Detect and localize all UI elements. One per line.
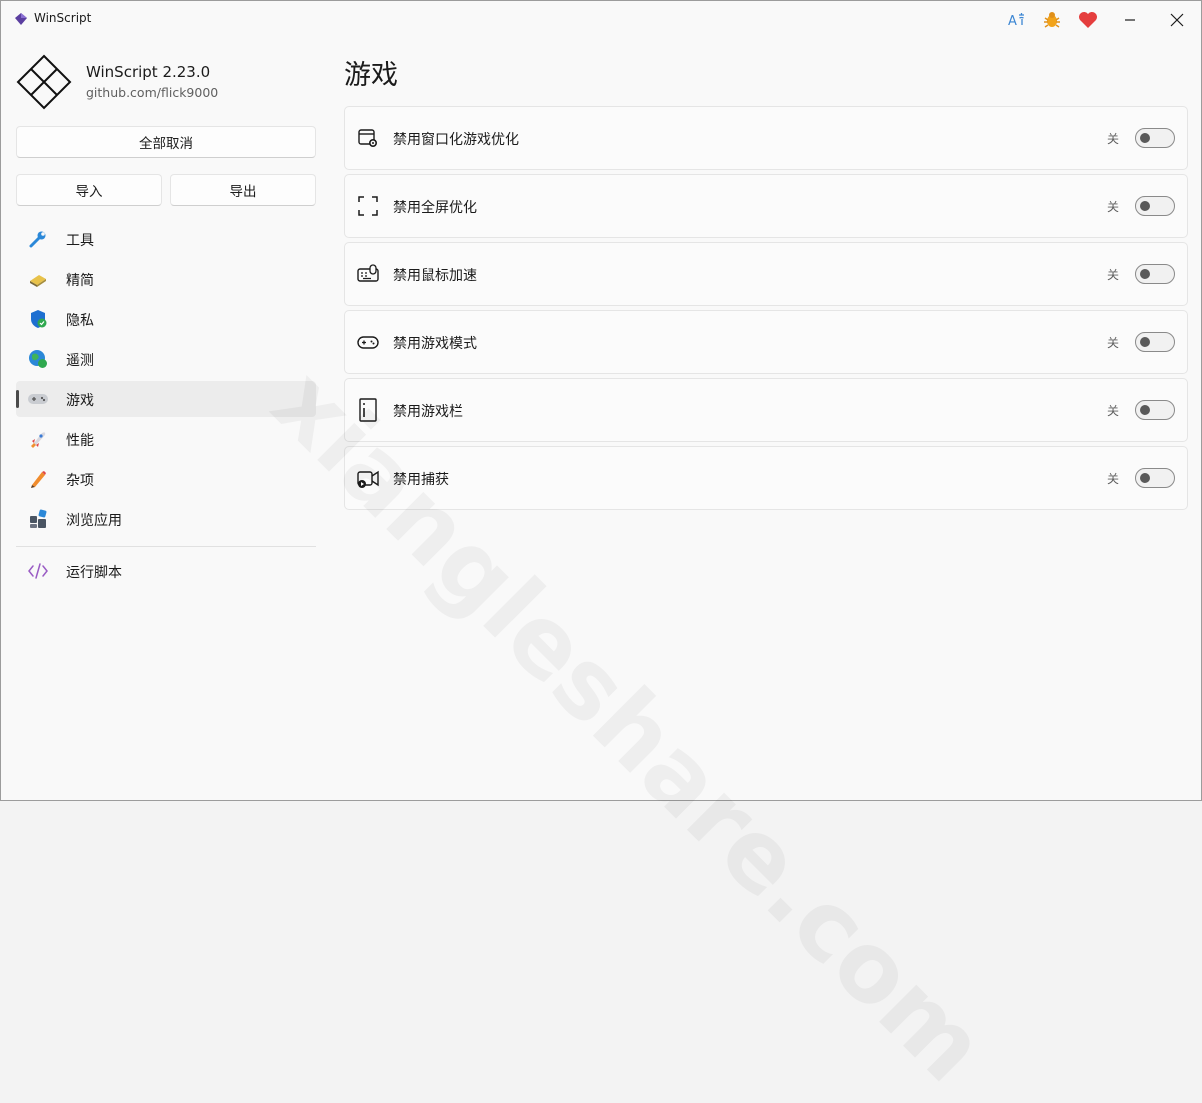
sidebar-item-privacy[interactable]: 隐私 [16, 301, 316, 337]
pencil-icon [27, 469, 49, 489]
sidebar-item-label: 工具 [66, 233, 94, 249]
toggle-knob [1140, 201, 1150, 211]
keyboard-mouse-icon [356, 262, 380, 286]
toggle-state-label: 关 [1107, 336, 1120, 350]
gamepad-icon [27, 389, 49, 409]
rocket-icon [27, 429, 49, 449]
setting-card-mouse-acceleration: 禁用鼠标加速 关 [344, 242, 1188, 306]
setting-card-windowed-optimizations: 禁用窗口化游戏优化 关 [344, 106, 1188, 170]
capture-icon [356, 466, 380, 490]
toggle-switch[interactable] [1135, 468, 1175, 488]
window-gear-icon [356, 126, 380, 150]
sidebar-item-label: 杂项 [66, 473, 94, 489]
setting-label: 禁用窗口化游戏优化 [393, 132, 519, 148]
toggle-knob [1140, 405, 1150, 415]
heart-icon[interactable] [1077, 9, 1099, 31]
sidebar-item-label: 遥测 [66, 353, 94, 369]
setting-card-fullscreen-optimizations: 禁用全屏优化 关 [344, 174, 1188, 238]
app-logo-icon [15, 13, 27, 25]
sidebar-item-debloat[interactable]: 精简 [16, 261, 316, 297]
toggle-switch[interactable] [1135, 332, 1175, 352]
broom-icon [27, 269, 49, 289]
brand-url[interactable]: github.com/flick9000 [86, 85, 218, 100]
title-bar[interactable]: WinScript A [1, 1, 1201, 39]
sidebar-item-run-script[interactable]: 运行脚本 [16, 553, 316, 589]
sidebar-item-label: 隐私 [66, 313, 94, 329]
sidebar-item-label: 运行脚本 [66, 565, 122, 581]
globe-icon [27, 349, 49, 369]
brand-logo-icon [16, 54, 72, 110]
close-icon[interactable] [1154, 1, 1200, 39]
sidebar-item-misc[interactable]: 杂项 [16, 461, 316, 497]
toggle-state-label: 关 [1107, 472, 1120, 486]
setting-card-capture: 禁用捕获 关 [344, 446, 1188, 510]
setting-card-game-bar: 禁用游戏栏 关 [344, 378, 1188, 442]
fullscreen-icon [356, 194, 380, 218]
export-button[interactable]: 导出 [170, 174, 316, 206]
minimize-icon[interactable] [1107, 1, 1153, 39]
brand-name: WinScript 2.23.0 [86, 63, 211, 81]
code-icon [27, 561, 49, 581]
shield-icon [27, 309, 49, 329]
toggle-switch[interactable] [1135, 400, 1175, 420]
sidebar-item-telemetry[interactable]: 遥测 [16, 341, 316, 377]
setting-label: 禁用全屏优化 [393, 200, 477, 216]
sidebar-item-browse-apps[interactable]: 浏览应用 [16, 501, 316, 537]
active-indicator [16, 390, 19, 408]
wrench-icon [27, 229, 49, 249]
page-title: 游戏 [344, 60, 398, 91]
toggle-switch[interactable] [1135, 196, 1175, 216]
app-window: WinScript A WinScript 2.23.0 github.com/… [0, 0, 1202, 1103]
sidebar-item-label: 精简 [66, 273, 94, 289]
setting-label: 禁用游戏栏 [393, 404, 463, 420]
toggle-knob [1140, 473, 1150, 483]
svg-text:A: A [1008, 14, 1017, 29]
sidebar-divider [16, 546, 316, 547]
sidebar-item-label: 性能 [66, 433, 94, 449]
bug-icon[interactable] [1041, 9, 1063, 31]
setting-label: 禁用鼠标加速 [393, 268, 477, 284]
controller-icon [356, 330, 380, 354]
import-button[interactable]: 导入 [16, 174, 162, 206]
apps-icon [27, 509, 49, 529]
toggle-knob [1140, 133, 1150, 143]
sidebar-item-gaming[interactable]: 游戏 [16, 381, 316, 417]
setting-label: 禁用捕获 [393, 472, 449, 488]
toggle-state-label: 关 [1107, 404, 1120, 418]
setting-card-game-mode: 禁用游戏模式 关 [344, 310, 1188, 374]
sidebar-item-label: 浏览应用 [66, 513, 122, 529]
toggle-knob [1140, 269, 1150, 279]
sidebar-item-label: 游戏 [66, 393, 94, 409]
setting-label: 禁用游戏模式 [393, 336, 477, 352]
sidebar-item-performance[interactable]: 性能 [16, 421, 316, 457]
sidebar-item-tools[interactable]: 工具 [16, 221, 316, 257]
toggle-state-label: 关 [1107, 268, 1120, 282]
gamebar-icon [356, 398, 380, 422]
deselect-all-button[interactable]: 全部取消 [16, 126, 316, 158]
toggle-state-label: 关 [1107, 132, 1120, 146]
toggle-state-label: 关 [1107, 200, 1120, 214]
translate-icon[interactable]: A [1006, 9, 1028, 31]
toggle-switch[interactable] [1135, 264, 1175, 284]
toggle-knob [1140, 337, 1150, 347]
window-title: WinScript [34, 11, 92, 25]
toggle-switch[interactable] [1135, 128, 1175, 148]
